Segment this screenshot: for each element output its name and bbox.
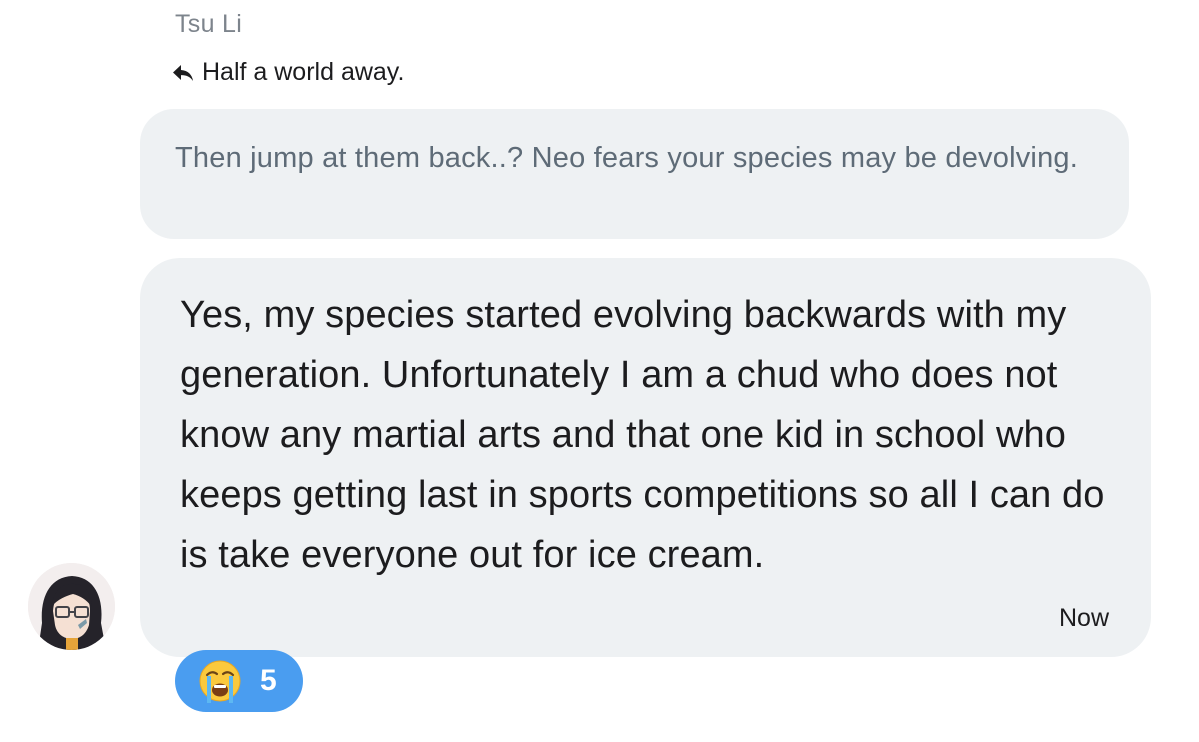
quoted-message-bubble[interactable]: Then jump at them back..? Neo fears your…: [140, 109, 1129, 239]
reply-reference[interactable]: Half a world away.: [172, 58, 404, 87]
message-bubble[interactable]: Yes, my species started evolving backwar…: [140, 258, 1151, 657]
avatar[interactable]: [28, 563, 115, 650]
reply-excerpt: Half a world away.: [202, 58, 405, 86]
loudly-crying-face-icon: [198, 659, 242, 703]
quoted-message-text: Then jump at them back..? Neo fears your…: [175, 142, 1078, 174]
message-text: Yes, my species started evolving backwar…: [180, 294, 1105, 576]
reply-arrow-icon: [172, 64, 194, 82]
reaction-pill[interactable]: 5: [175, 650, 303, 712]
sender-name: Tsu Li: [175, 10, 243, 38]
reaction-count: 5: [260, 664, 277, 697]
message-timestamp: Now: [1058, 604, 1109, 632]
